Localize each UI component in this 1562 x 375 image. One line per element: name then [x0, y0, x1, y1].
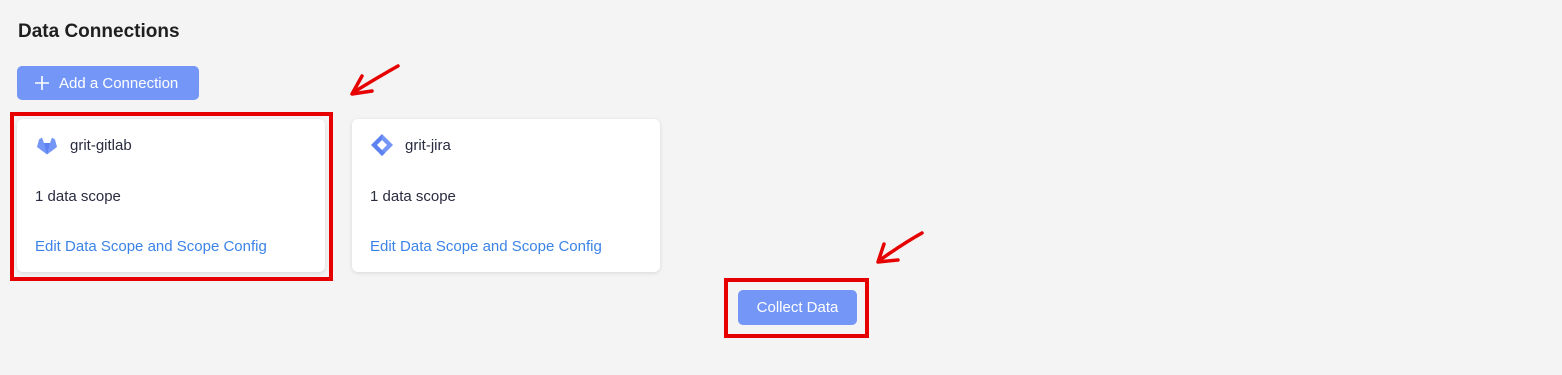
annotation-arrow-icon [350, 64, 400, 96]
plus-icon [35, 76, 49, 90]
connection-card-gitlab: grit-gitlab 1 data scope Edit Data Scope… [17, 119, 325, 272]
connection-name: grit-gitlab [70, 136, 132, 154]
connection-name: grit-jira [405, 136, 451, 154]
connection-card-jira: grit-jira 1 data scope Edit Data Scope a… [352, 119, 660, 272]
card-header: grit-gitlab [35, 133, 132, 157]
add-connection-button[interactable]: Add a Connection [17, 66, 199, 100]
jira-icon [371, 134, 393, 156]
page-title: Data Connections [18, 21, 180, 42]
edit-data-scope-link[interactable]: Edit Data Scope and Scope Config [370, 238, 602, 255]
edit-data-scope-link[interactable]: Edit Data Scope and Scope Config [35, 238, 267, 255]
annotation-arrow-icon [876, 231, 924, 264]
data-connections-page: Data Connections Add a Connection grit-g… [0, 0, 1562, 375]
connection-scope-count: 1 data scope [35, 188, 121, 205]
collect-data-button[interactable]: Collect Data [738, 290, 857, 325]
gitlab-icon [37, 137, 57, 155]
add-connection-label: Add a Connection [59, 74, 179, 92]
connection-scope-count: 1 data scope [370, 188, 456, 205]
card-header: grit-jira [370, 133, 451, 157]
